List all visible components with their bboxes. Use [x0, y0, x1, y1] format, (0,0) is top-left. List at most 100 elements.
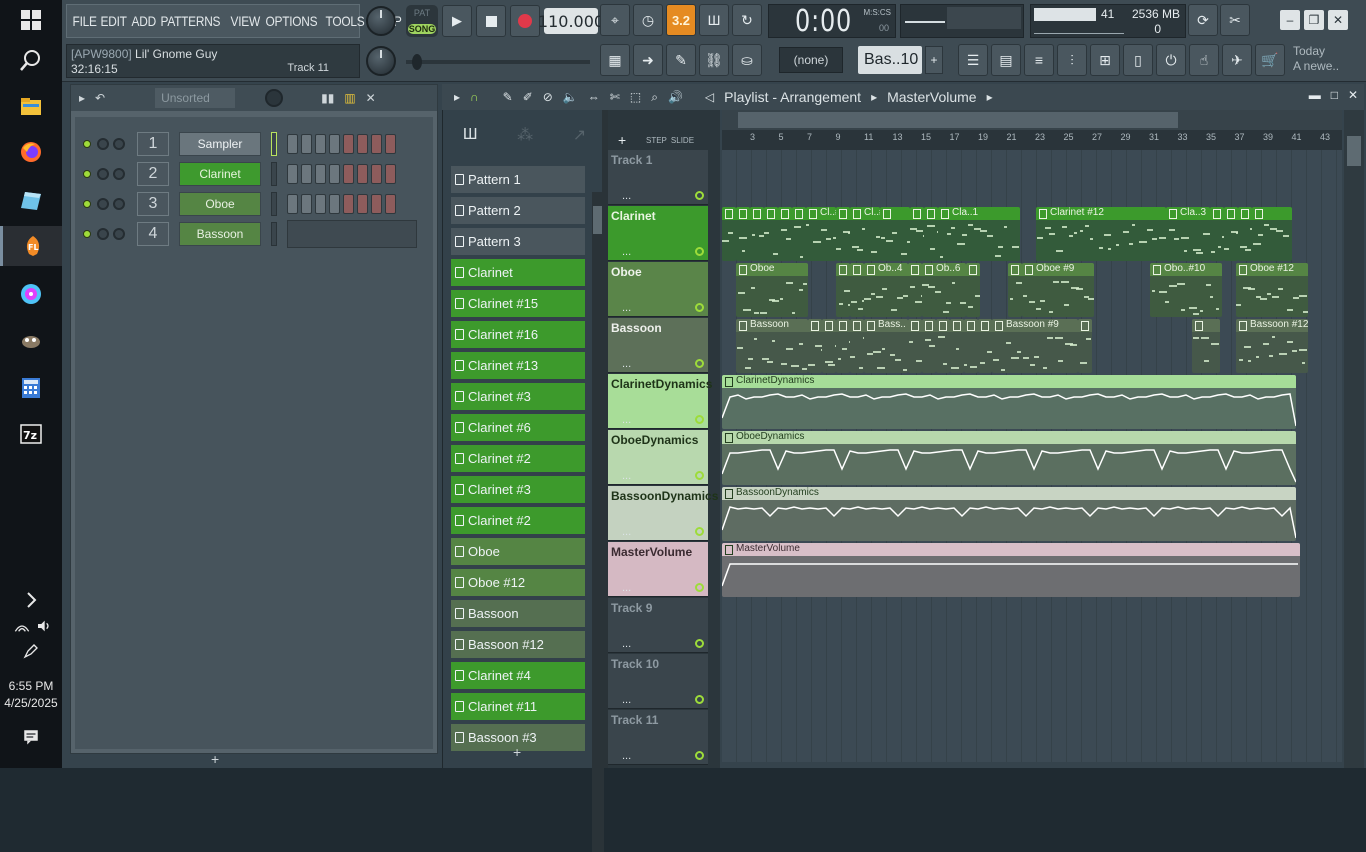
fl-studio-icon[interactable]: FL — [0, 226, 62, 266]
channel-pan-knob[interactable] — [97, 168, 109, 180]
loop-record-button[interactable]: ↻ — [732, 4, 762, 36]
channel-row[interactable]: 1 Sampler — [83, 131, 396, 157]
track-mute-led[interactable] — [695, 191, 704, 200]
track-mute-led[interactable] — [695, 247, 704, 256]
channel-mixer-number[interactable]: 1 — [137, 132, 169, 156]
overview-scrollbar[interactable] — [722, 110, 1342, 130]
pattern-clip[interactable]: Bass.. — [864, 319, 908, 373]
track-header[interactable]: Track 11... — [608, 710, 708, 765]
track-header[interactable]: Oboe... — [608, 262, 708, 317]
slip-tool-icon[interactable]: ⇔ — [588, 90, 600, 104]
menu-edit[interactable]: EDIT — [98, 13, 129, 29]
step-button[interactable] — [357, 194, 368, 214]
automation-tab-icon[interactable]: ↗ — [573, 125, 586, 145]
track-header[interactable]: BassoonDynamics... — [608, 486, 718, 541]
piano-roll-view-button[interactable]: ▤ — [991, 44, 1021, 76]
channel-pan-knob[interactable] — [97, 198, 109, 210]
pattern-clip[interactable] — [736, 207, 750, 261]
step-edit-button[interactable]: Ш — [699, 4, 729, 36]
track-menu-dots[interactable]: ... — [622, 526, 631, 538]
add-channel-button[interactable]: + — [211, 751, 219, 767]
pattern-clip[interactable] — [964, 319, 978, 373]
system-clock[interactable]: 6:55 PM 4/25/2025 — [0, 678, 62, 712]
step-button[interactable] — [343, 194, 354, 214]
calculator-icon[interactable] — [11, 368, 51, 408]
plugin-picker-button[interactable]: ⏻ — [1156, 44, 1186, 76]
pattern-clip[interactable] — [778, 207, 792, 261]
step-button[interactable] — [343, 134, 354, 154]
step-mode-icon[interactable]: ▥ — [344, 91, 355, 105]
playlist-menu-icon[interactable]: ▸ — [454, 90, 460, 104]
track-menu-dots[interactable]: ... — [622, 582, 631, 594]
browser-button[interactable]: ⊞ — [1090, 44, 1120, 76]
channel-select[interactable] — [271, 162, 277, 186]
typing-keyboard-button[interactable]: ⛀ — [732, 44, 762, 76]
track-mute-led[interactable] — [695, 415, 704, 424]
track-mute-led[interactable] — [695, 639, 704, 648]
cut-tool-button[interactable]: ✂ — [1220, 4, 1250, 36]
notifications-icon[interactable] — [22, 728, 40, 749]
pattern-clip[interactable] — [1008, 263, 1022, 317]
playlist-speaker-icon[interactable]: ◁ — [705, 90, 714, 104]
pattern-clip[interactable] — [850, 263, 864, 317]
step-button[interactable] — [301, 194, 312, 214]
pattern-clip[interactable]: Clarinet #12 — [1036, 207, 1166, 261]
picker-item[interactable]: Clarinet #3 — [451, 383, 585, 410]
rack-menu-arrow-icon[interactable]: ▸ — [79, 91, 85, 105]
pattern-clip[interactable] — [1210, 207, 1224, 261]
pattern-clip[interactable] — [978, 319, 992, 373]
pattern-clip[interactable] — [1192, 319, 1220, 373]
pattern-clip[interactable] — [822, 319, 836, 373]
delete-tool-icon[interactable]: ⊘ — [543, 90, 553, 104]
pattern-clip[interactable] — [850, 319, 864, 373]
channel-select[interactable] — [271, 222, 277, 246]
volume-icon[interactable] — [36, 618, 52, 634]
pattern-clip[interactable]: Cl..#4 — [806, 207, 836, 261]
overview-thumb[interactable] — [738, 112, 1178, 128]
step-button[interactable] — [385, 164, 396, 184]
graph-editor-icon[interactable]: ▮▮ — [321, 91, 334, 105]
pattern-clip[interactable] — [750, 207, 764, 261]
track-menu-dots[interactable]: ... — [622, 470, 631, 482]
slice-tool-icon[interactable]: ✄ — [610, 90, 620, 104]
playlist-close-icon[interactable]: ✕ — [1348, 88, 1358, 102]
recording-button[interactable]: ✈ — [1222, 44, 1252, 76]
search-icon[interactable] — [11, 40, 51, 80]
piano-roll-button[interactable]: ▦ — [600, 44, 630, 76]
pattern-clip[interactable] — [924, 207, 938, 261]
track-header[interactable]: OboeDynamics... — [608, 430, 708, 485]
channel-mute-led[interactable] — [83, 170, 91, 178]
picker-item[interactable]: Clarinet — [451, 259, 585, 286]
step-button[interactable] — [315, 134, 326, 154]
pattern-clip[interactable] — [1078, 319, 1092, 373]
pattern-clip[interactable] — [836, 207, 850, 261]
undo-icon[interactable]: ↶ — [95, 91, 105, 105]
arrow-button[interactable]: ➜ — [633, 44, 663, 76]
channel-filter[interactable]: Unsorted — [155, 88, 236, 108]
pattern-clip[interactable] — [936, 319, 950, 373]
channel-volume-knob[interactable] — [113, 198, 125, 210]
channel-mute-led[interactable] — [83, 140, 91, 148]
picker-item[interactable]: Pattern 2 — [451, 197, 585, 224]
pattern-clip[interactable]: Bassoon — [736, 319, 808, 373]
track-header[interactable]: Track 1... — [608, 150, 708, 205]
channel-mixer-number[interactable]: 3 — [137, 192, 169, 216]
channel-volume-knob[interactable] — [113, 228, 125, 240]
magnet-snap-icon[interactable]: ∩ — [470, 90, 479, 104]
record-button[interactable] — [510, 5, 540, 37]
playback-tool-icon[interactable]: 🔊 — [668, 90, 683, 104]
master-pitch-knob[interactable] — [366, 46, 396, 76]
menu-patterns[interactable]: PATTERNS — [158, 13, 223, 29]
add-picker-button[interactable]: + — [513, 744, 521, 760]
paint-tool-icon[interactable]: ✐ — [523, 90, 533, 104]
wait-for-input-button[interactable]: ◷ — [633, 4, 663, 36]
rack-close-icon[interactable]: ✕ — [366, 91, 376, 105]
step-button[interactable] — [371, 194, 382, 214]
playlist-vertical-scrollbar[interactable] — [1344, 110, 1364, 768]
channel-select[interactable] — [271, 132, 277, 156]
pattern-clip[interactable] — [836, 263, 850, 317]
channel-volume-knob[interactable] — [113, 138, 125, 150]
restore-button[interactable]: ❐ — [1304, 10, 1324, 30]
step-button[interactable] — [385, 194, 396, 214]
arrangement-grid[interactable]: Cl..#4 Cl..#6 Cla..1 Clarinet #12Cla..3 Oboe… — [722, 150, 1342, 762]
